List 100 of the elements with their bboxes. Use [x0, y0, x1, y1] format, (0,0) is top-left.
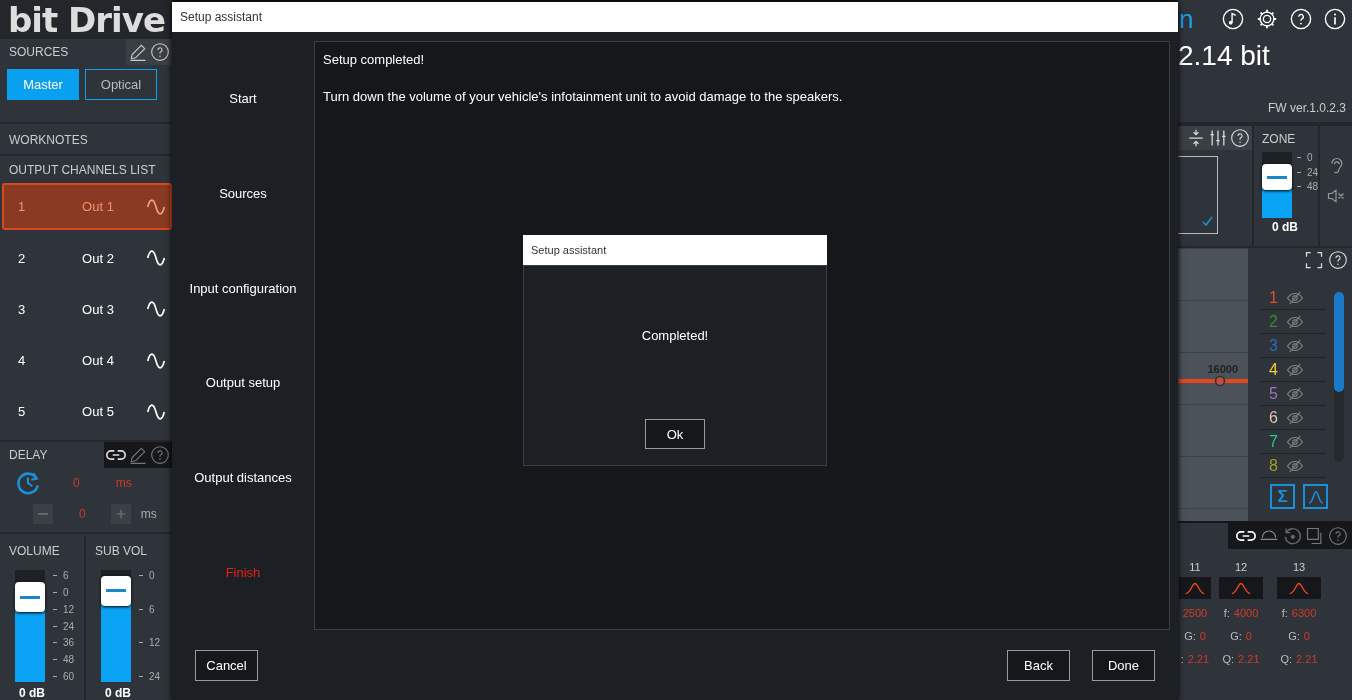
back-button[interactable]: Back [1007, 649, 1070, 681]
check-icon [1201, 215, 1213, 227]
tick-mark [53, 591, 57, 593]
channel-item[interactable]: 1 Out 1 [2, 183, 172, 231]
help-icon[interactable] [150, 42, 170, 63]
channel-item[interactable]: 4 Out 4 [2, 337, 172, 385]
scale-label: 24 [63, 620, 75, 632]
gain-value[interactable]: 0 [1303, 629, 1310, 642]
peak-filter-button[interactable] [1179, 577, 1211, 599]
delay-unit: ms [115, 476, 132, 491]
scrollbar-thumb[interactable] [1334, 292, 1344, 392]
q-value[interactable]: 2.21 [1296, 652, 1318, 665]
app-title: n [1179, 3, 1194, 35]
delay-value: 0 [73, 476, 80, 491]
tick-mark [1296, 157, 1301, 158]
tick-mark [139, 642, 143, 644]
source-button[interactable]: Master [7, 69, 79, 101]
scrollbar[interactable] [1334, 292, 1344, 462]
source-button[interactable]: Optical [85, 69, 157, 101]
slider-track[interactable] [1262, 152, 1292, 218]
channel-item[interactable]: 3 Out 3 [2, 285, 172, 333]
wizard-step: Output distances [194, 470, 292, 486]
peak-icon [1184, 581, 1206, 595]
clock-icon[interactable] [15, 470, 41, 497]
done-button[interactable]: Done [1092, 649, 1155, 681]
peak-icon [1288, 581, 1310, 595]
tick-mark [139, 608, 143, 610]
scale-label: 12 [149, 637, 161, 649]
frequency-response-line[interactable] [1178, 374, 1248, 387]
frequency-value[interactable]: 4000 [1233, 606, 1259, 619]
pencil-icon[interactable] [128, 42, 148, 63]
sum-button[interactable]: Σ [1270, 484, 1295, 509]
settings-icon[interactable] [1256, 8, 1278, 30]
gain-value[interactable]: 0 [1199, 629, 1206, 642]
tick-mark [1296, 186, 1301, 187]
scale-label: 36 [63, 637, 75, 649]
section-title: VOLUME [9, 544, 61, 559]
slider-thumb[interactable] [101, 575, 131, 606]
panel-message: Turn down the volume of your vehicle's infotainment unit to avoid damage to the speakers. [323, 89, 844, 104]
peak-filter-button[interactable] [1303, 484, 1328, 509]
version-label: 2.14 bit [1178, 39, 1271, 73]
fullscreen-icon[interactable] [1304, 250, 1324, 270]
channel-item[interactable]: 5 Out 5 [2, 388, 172, 436]
scale-label: 24 [1306, 166, 1318, 178]
ok-button[interactable]: Ok [645, 419, 705, 449]
slider-thumb[interactable] [1262, 164, 1292, 190]
parameter-label: Q: [1222, 652, 1235, 665]
minus-button[interactable] [33, 504, 53, 525]
channel-number: 6 [1268, 408, 1278, 427]
cancel-button[interactable]: Cancel [195, 649, 258, 681]
scale-label: 48 [1306, 181, 1318, 192]
scale-label: 60 [63, 671, 75, 682]
wizard-step: Finish [225, 565, 261, 581]
parameter-label: : [1180, 652, 1184, 665]
speaker-mute-icon[interactable] [1326, 186, 1346, 206]
info-icon[interactable] [1324, 8, 1346, 30]
sine-wave-icon [146, 299, 166, 320]
tick-mark [53, 676, 57, 677]
channel-number: 7 [1268, 432, 1278, 451]
scale-label: 0 [63, 586, 69, 598]
tick-mark [139, 575, 143, 577]
tick-mark [1296, 171, 1301, 173]
step-unit: ms [140, 507, 157, 522]
scale-label: 48 [63, 654, 75, 666]
scale-label: 12 [63, 603, 75, 615]
channel-number: 2 [1268, 312, 1278, 331]
peak-filter-button[interactable] [1277, 577, 1321, 599]
tick-mark [139, 676, 143, 677]
window-title: Setup assistant [180, 10, 263, 24]
band-number: 13 [1292, 561, 1306, 573]
q-value[interactable]: 2.21 [1238, 652, 1260, 665]
gain-value[interactable]: 0 [1245, 629, 1252, 642]
tick-mark [53, 642, 57, 644]
channel-number: 5 [1268, 384, 1278, 403]
frequency-graph[interactable]: 16000 [1178, 248, 1248, 521]
tick-mark [53, 659, 57, 661]
peak-filter-button[interactable] [1219, 577, 1263, 599]
q-value[interactable]: 2.21 [1187, 652, 1210, 665]
scale-label: 0 [149, 570, 155, 582]
section-title: SUB VOL [95, 544, 149, 559]
band-number: 11 [1189, 561, 1201, 573]
dialog-title: Setup assistant [531, 244, 607, 256]
reset-icon[interactable] [1282, 526, 1302, 546]
scale-label: 6 [63, 570, 69, 582]
channel-number: 1 [1268, 288, 1278, 307]
sliders-icon[interactable] [1208, 128, 1228, 148]
slider-thumb[interactable] [15, 582, 45, 613]
frequency-value[interactable]: 2500 [1182, 606, 1208, 619]
parameter-label: f: [1281, 606, 1288, 619]
channel-item[interactable]: 2 Out 2 [2, 234, 172, 282]
scale-label: 6 [149, 603, 155, 615]
volume-reading: 0 dB [105, 686, 132, 700]
parameter-label: f: [1223, 606, 1230, 619]
channel-number: 8 [1268, 456, 1278, 475]
channel-number: 4 [1268, 360, 1278, 379]
music-note-icon[interactable] [1222, 8, 1244, 30]
frequency-value[interactable]: 6300 [1291, 606, 1317, 619]
peak-icon [1230, 581, 1252, 595]
compress-icon[interactable] [1186, 128, 1206, 148]
sine-wave-icon [146, 350, 166, 371]
